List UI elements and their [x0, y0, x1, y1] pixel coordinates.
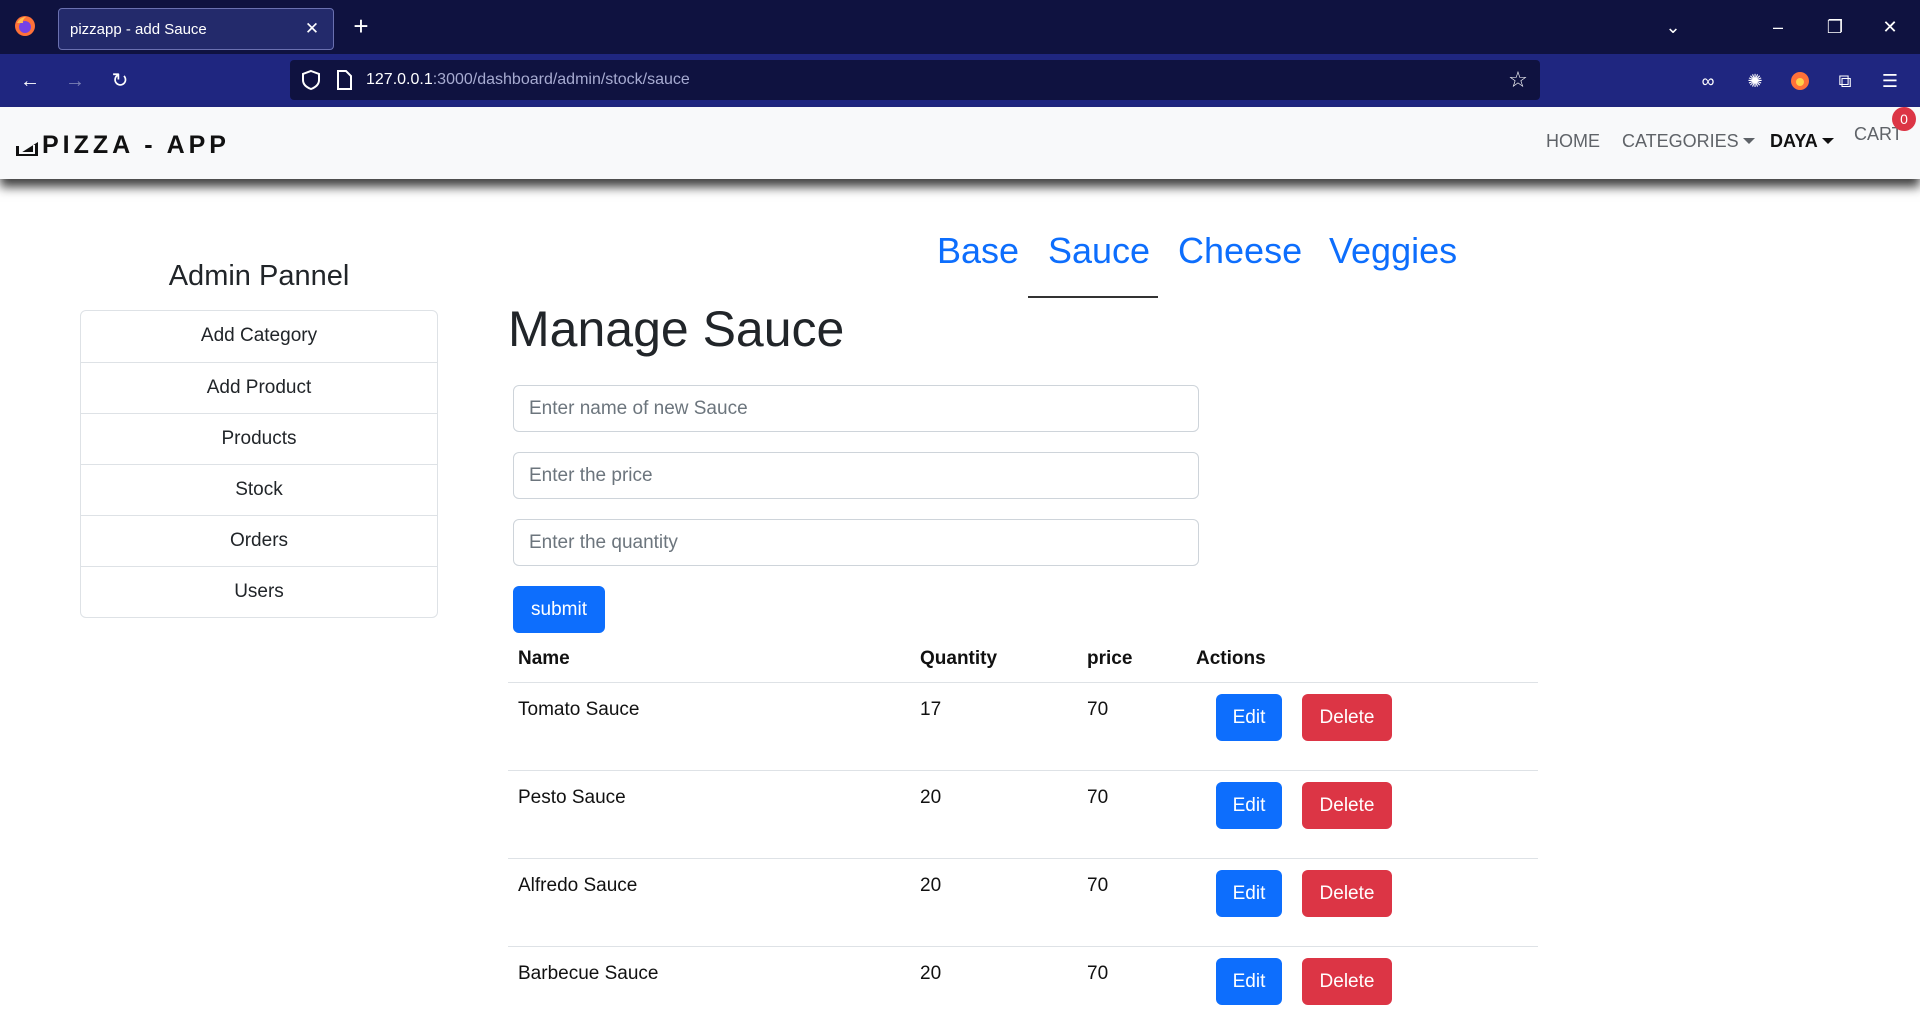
- table-cell-name: Barbecue Sauce: [518, 963, 659, 984]
- restore-icon[interactable]: ❐: [1822, 14, 1848, 40]
- tab-cheese[interactable]: Cheese: [1178, 230, 1302, 272]
- table-cell-name: Tomato Sauce: [518, 699, 640, 720]
- window-close-icon[interactable]: ✕: [1877, 14, 1903, 40]
- active-tab-indicator: [1028, 296, 1158, 298]
- url-bar[interactable]: 127.0.0.1:3000/dashboard/admin/stock/sau…: [290, 60, 1540, 100]
- chevron-down-icon[interactable]: ⌄: [1660, 14, 1686, 40]
- brand-logo[interactable]: PIZZA - APP: [14, 130, 230, 160]
- column-header-quantity: Quantity: [920, 648, 998, 669]
- table-cell-name: Pesto Sauce: [518, 787, 626, 808]
- app-header: PIZZA - APP HOME CATEGORIES DAYA CART 0: [0, 107, 1920, 179]
- sidebar-item-add-product[interactable]: Add Product: [81, 362, 437, 413]
- cart-count-badge: 0: [1892, 107, 1916, 131]
- table-cell-price: 70: [1087, 963, 1109, 984]
- cookie-icon[interactable]: ✺: [1741, 67, 1769, 95]
- table-divider: [508, 682, 1538, 683]
- table-cell-price: 70: [1087, 875, 1109, 896]
- table-cell-name: Alfredo Sauce: [518, 875, 638, 896]
- edit-button[interactable]: Edit: [1216, 958, 1282, 1005]
- browser-tab-active[interactable]: pizzapp - add Sauce ✕: [58, 8, 334, 50]
- sidebar-item-orders[interactable]: Orders: [81, 515, 437, 566]
- plus-icon[interactable]: +: [348, 13, 374, 40]
- puzzle-icon[interactable]: ⧉: [1831, 67, 1859, 95]
- page-icon[interactable]: [334, 69, 354, 91]
- tab-sauce[interactable]: Sauce: [1048, 230, 1150, 272]
- sidebar-item-add-category[interactable]: Add Category: [81, 311, 437, 362]
- nav-user-label: DAYA: [1770, 131, 1818, 151]
- sauce-price-input[interactable]: [513, 452, 1199, 499]
- edit-button[interactable]: Edit: [1216, 694, 1282, 741]
- star-icon[interactable]: ☆: [1506, 68, 1530, 92]
- table-cell-quantity: 20: [920, 787, 942, 808]
- url-host: 127.0.0.1: [366, 71, 433, 88]
- table-cell-price: 70: [1087, 699, 1109, 720]
- sauce-quantity-input[interactable]: [513, 519, 1199, 566]
- browser-tab-title: pizzapp - add Sauce: [70, 21, 207, 38]
- table-divider: [508, 858, 1538, 859]
- back-icon[interactable]: ←: [16, 67, 44, 95]
- caret-down-icon: [1821, 138, 1834, 144]
- forward-icon[interactable]: →: [61, 67, 89, 95]
- sidebar-item-products[interactable]: Products: [81, 413, 437, 464]
- column-header-actions: Actions: [1196, 648, 1266, 669]
- delete-button[interactable]: Delete: [1302, 782, 1392, 829]
- pizza-icon: [16, 142, 38, 156]
- nav-home[interactable]: HOME: [1546, 131, 1600, 152]
- table-cell-price: 70: [1087, 787, 1109, 808]
- edit-button[interactable]: Edit: [1216, 782, 1282, 829]
- table-cell-quantity: 20: [920, 963, 942, 984]
- sidebar-item-users[interactable]: Users: [81, 566, 437, 617]
- url-path: :3000/dashboard/admin/stock/sauce: [432, 71, 690, 88]
- firefox-icon[interactable]: [14, 15, 36, 37]
- table-divider: [508, 770, 1538, 771]
- brand-text: PIZZA - APP: [42, 130, 230, 159]
- url-text[interactable]: 127.0.0.1:3000/dashboard/admin/stock/sau…: [366, 71, 690, 89]
- mask-icon[interactable]: ∞: [1694, 67, 1722, 95]
- minimize-icon[interactable]: –: [1765, 14, 1791, 40]
- tab-veggies[interactable]: Veggies: [1329, 230, 1457, 272]
- table-cell-quantity: 20: [920, 875, 942, 896]
- nav-categories-dropdown[interactable]: CATEGORIES: [1622, 131, 1755, 152]
- fox-extension-icon[interactable]: [1786, 67, 1814, 95]
- page-title: Manage Sauce: [508, 301, 845, 357]
- hamburger-icon[interactable]: ☰: [1876, 67, 1904, 95]
- table-cell-quantity: 17: [920, 699, 942, 720]
- delete-button[interactable]: Delete: [1302, 870, 1392, 917]
- edit-button[interactable]: Edit: [1216, 870, 1282, 917]
- column-header-name: Name: [518, 648, 570, 669]
- browser-nav-bar: ← → ↻ 127.0.0.1:3000/dashboard/admin/sto…: [0, 54, 1920, 107]
- delete-button[interactable]: Delete: [1302, 958, 1392, 1005]
- admin-panel-title: Admin Pannel: [168, 260, 350, 292]
- sidebar-item-stock[interactable]: Stock: [81, 464, 437, 515]
- shield-icon[interactable]: [300, 69, 322, 91]
- table-divider: [508, 946, 1538, 947]
- sauce-name-input[interactable]: [513, 385, 1199, 432]
- reload-icon[interactable]: ↻: [106, 67, 134, 95]
- tab-base[interactable]: Base: [937, 230, 1019, 272]
- delete-button[interactable]: Delete: [1302, 694, 1392, 741]
- nav-user-dropdown[interactable]: DAYA: [1770, 131, 1834, 152]
- column-header-price: price: [1087, 648, 1133, 669]
- browser-tab-bar: pizzapp - add Sauce ✕ + ⌄ – ❐ ✕: [0, 0, 1920, 54]
- nav-categories-label: CATEGORIES: [1622, 131, 1739, 151]
- close-icon[interactable]: ✕: [301, 18, 323, 40]
- submit-button[interactable]: submit: [513, 586, 605, 633]
- caret-down-icon: [1742, 138, 1755, 144]
- admin-sidebar: Add Category Add Product Products Stock …: [80, 310, 438, 618]
